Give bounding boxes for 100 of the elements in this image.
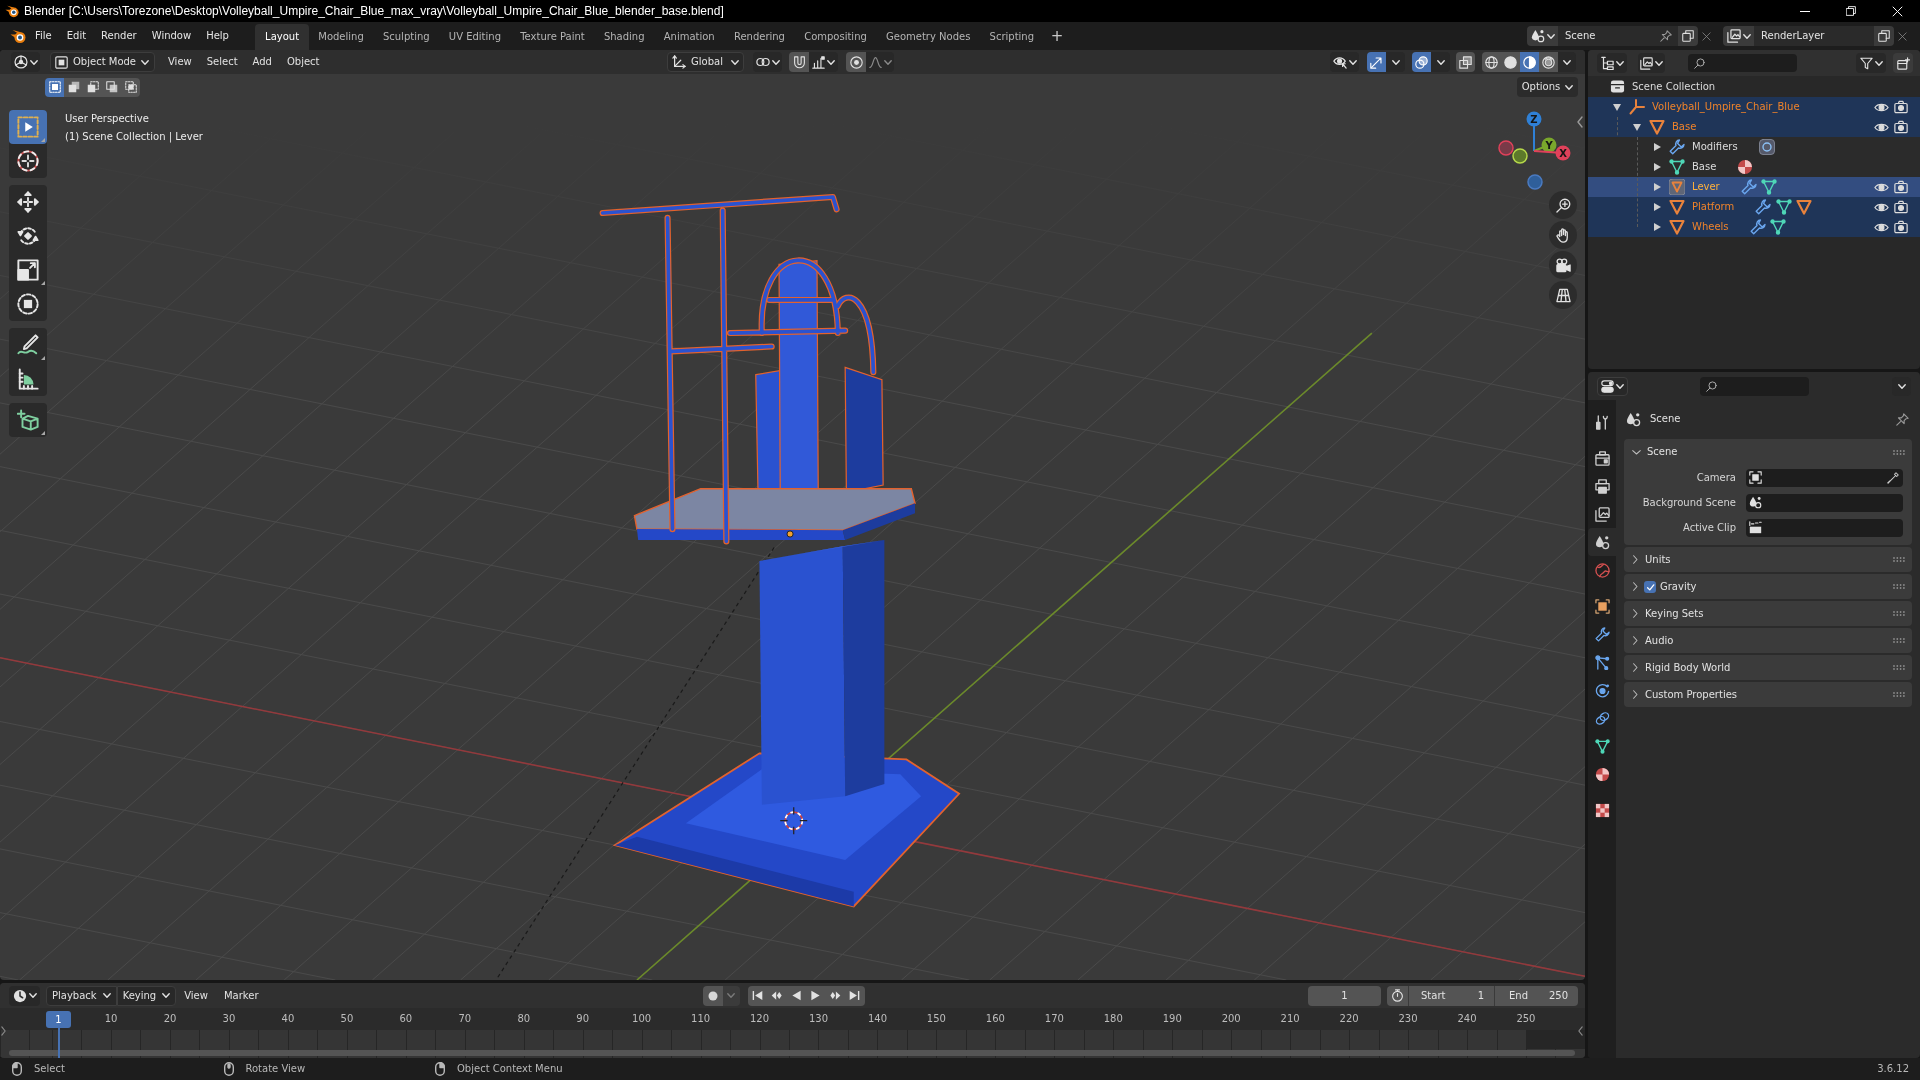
visibility-dropdown[interactable] <box>1330 52 1359 72</box>
outliner-row[interactable]: Volleyball_Umpire_Chair_Blue <box>1588 97 1920 117</box>
panel-title[interactable]: Keying Sets <box>1645 607 1704 620</box>
editor-type-button[interactable] <box>9 985 40 1006</box>
chevron-right-icon[interactable] <box>1632 663 1639 672</box>
workspace-tab[interactable]: Compositing <box>794 24 877 50</box>
properties-tab[interactable] <box>1588 528 1616 556</box>
pan-view-button[interactable] <box>1549 221 1577 249</box>
drag-handle-icon[interactable] <box>1893 449 1905 455</box>
drag-handle-icon[interactable] <box>1893 665 1905 670</box>
panel-title[interactable]: Rigid Body World <box>1645 661 1731 674</box>
auto-keying-toggle[interactable] <box>702 985 723 1006</box>
proportional-editing-toggle[interactable] <box>846 52 867 72</box>
select-mode-button[interactable] <box>121 77 140 97</box>
gizmo-toggle[interactable] <box>1367 52 1386 72</box>
camera-view-button[interactable] <box>1549 251 1577 279</box>
workspace-tab[interactable]: Layout <box>255 24 309 50</box>
workspace-tab[interactable]: Geometry Nodes <box>876 24 980 50</box>
editor-type-button[interactable] <box>11 52 40 72</box>
camera-icon[interactable] <box>1894 180 1908 194</box>
menu-item[interactable]: Render <box>93 26 145 46</box>
checkbox[interactable] <box>1644 580 1656 593</box>
duplicate-button[interactable] <box>1678 26 1698 46</box>
chevron-left-icon[interactable] <box>1577 116 1583 128</box>
wrench-icon[interactable] <box>1749 219 1766 235</box>
search-field[interactable] <box>1688 54 1797 72</box>
editor-type-button[interactable] <box>1597 376 1628 396</box>
outliner-row[interactable]: Wheels <box>1588 217 1920 237</box>
outliner-row[interactable]: Lever <box>1588 177 1920 197</box>
preview-range-toggle[interactable] <box>1387 985 1408 1006</box>
data-block-field[interactable] <box>1746 518 1903 537</box>
current-frame-field[interactable]: 1 <box>1308 985 1381 1006</box>
expand-triangle-icon[interactable] <box>1653 223 1661 231</box>
pin-icon[interactable] <box>1660 30 1672 42</box>
add-workspace-button[interactable]: + <box>1050 28 1064 44</box>
triangle-vertices-icon[interactable] <box>1770 219 1787 235</box>
ring-tile-icon[interactable] <box>1758 139 1775 155</box>
expand-triangle-icon[interactable] <box>1653 143 1661 151</box>
jump-to-end-button[interactable] <box>845 985 865 1006</box>
camera-icon[interactable] <box>1894 100 1908 114</box>
snap-toggle[interactable] <box>789 52 810 72</box>
menu-item[interactable]: Edit <box>59 26 94 46</box>
workspace-tab[interactable]: Scripting <box>980 24 1044 50</box>
expand-triangle-icon[interactable] <box>1653 163 1661 171</box>
filter-dropdown[interactable] <box>1856 53 1886 73</box>
shading-mode-button[interactable] <box>1539 52 1558 72</box>
name-field[interactable]: RenderLayer <box>1754 26 1874 46</box>
workspace-tab[interactable]: Modeling <box>308 24 374 50</box>
menu-item[interactable]: Help <box>198 26 237 46</box>
restore-window-icon[interactable] <box>1846 6 1856 16</box>
expand-triangle-icon[interactable] <box>1653 203 1661 211</box>
new-collection-button[interactable] <box>1893 53 1913 73</box>
panel-title[interactable]: Scene <box>1647 446 1678 458</box>
chevron-right-icon[interactable] <box>1632 609 1639 618</box>
workspace-tab[interactable]: Shading <box>594 24 655 50</box>
falloff-dropdown[interactable] <box>866 52 895 72</box>
drag-handle-icon[interactable] <box>1893 692 1905 697</box>
chevron-right-icon[interactable] <box>1632 690 1639 699</box>
expand-triangle-icon[interactable] <box>1633 123 1641 131</box>
expand-triangle-icon[interactable] <box>1613 103 1621 111</box>
panel-title[interactable]: Units <box>1645 553 1671 566</box>
panel-title[interactable]: Gravity <box>1660 580 1697 593</box>
menu-item[interactable]: View <box>160 52 200 72</box>
triangle-vertices-icon[interactable] <box>1761 179 1778 195</box>
drag-handle-icon[interactable] <box>1893 638 1905 643</box>
chevron-right-icon[interactable] <box>1632 555 1639 564</box>
frame-end-field[interactable]: End 250 <box>1494 985 1578 1006</box>
triangle-vertices-icon[interactable] <box>1775 199 1792 215</box>
data-block-field[interactable] <box>1746 493 1903 512</box>
options-dropdown[interactable]: Options <box>1517 77 1578 97</box>
menu-item[interactable]: File <box>27 26 60 46</box>
chevron-right-icon[interactable] <box>1632 636 1639 645</box>
projection-toggle-button[interactable] <box>1549 281 1577 309</box>
playhead-frame-marker[interactable]: 1 <box>46 1010 71 1028</box>
camera-icon[interactable] <box>1894 200 1908 214</box>
camera-icon[interactable] <box>1894 120 1908 134</box>
select-mode-button[interactable] <box>45 77 64 97</box>
zoom-view-button[interactable] <box>1549 191 1577 219</box>
menu-item[interactable]: Select <box>199 52 246 72</box>
wrench-icon[interactable] <box>1755 199 1772 215</box>
gizmo-dropdown[interactable] <box>1386 52 1405 72</box>
name-field[interactable]: Scene <box>1558 26 1678 46</box>
workspace-tab[interactable]: Sculpting <box>373 24 440 50</box>
negative-x-axis-handle[interactable] <box>1498 140 1514 156</box>
data-block-browse-button[interactable] <box>1527 26 1558 46</box>
panel-title[interactable]: Audio <box>1645 634 1674 647</box>
outliner-row[interactable]: Platform <box>1588 197 1920 217</box>
drag-handle-icon[interactable] <box>1893 611 1905 616</box>
z-axis-handle[interactable]: Z <box>1526 111 1542 152</box>
snap-target-dropdown[interactable] <box>809 52 839 72</box>
data-block-field[interactable] <box>1746 468 1903 487</box>
negative-y-axis-handle[interactable] <box>1512 148 1528 164</box>
menu-dropdown[interactable]: Keying <box>116 985 177 1006</box>
pin-icon[interactable] <box>1896 412 1909 426</box>
menu-dropdown[interactable]: Playback <box>46 985 117 1006</box>
display-mode-dropdown[interactable] <box>1597 53 1627 73</box>
drag-handle-icon[interactable] <box>1893 557 1905 562</box>
outliner-row[interactable]: Base <box>1588 117 1920 137</box>
overlay-dropdown[interactable] <box>1431 52 1450 72</box>
menu-item[interactable]: Add <box>245 52 280 72</box>
